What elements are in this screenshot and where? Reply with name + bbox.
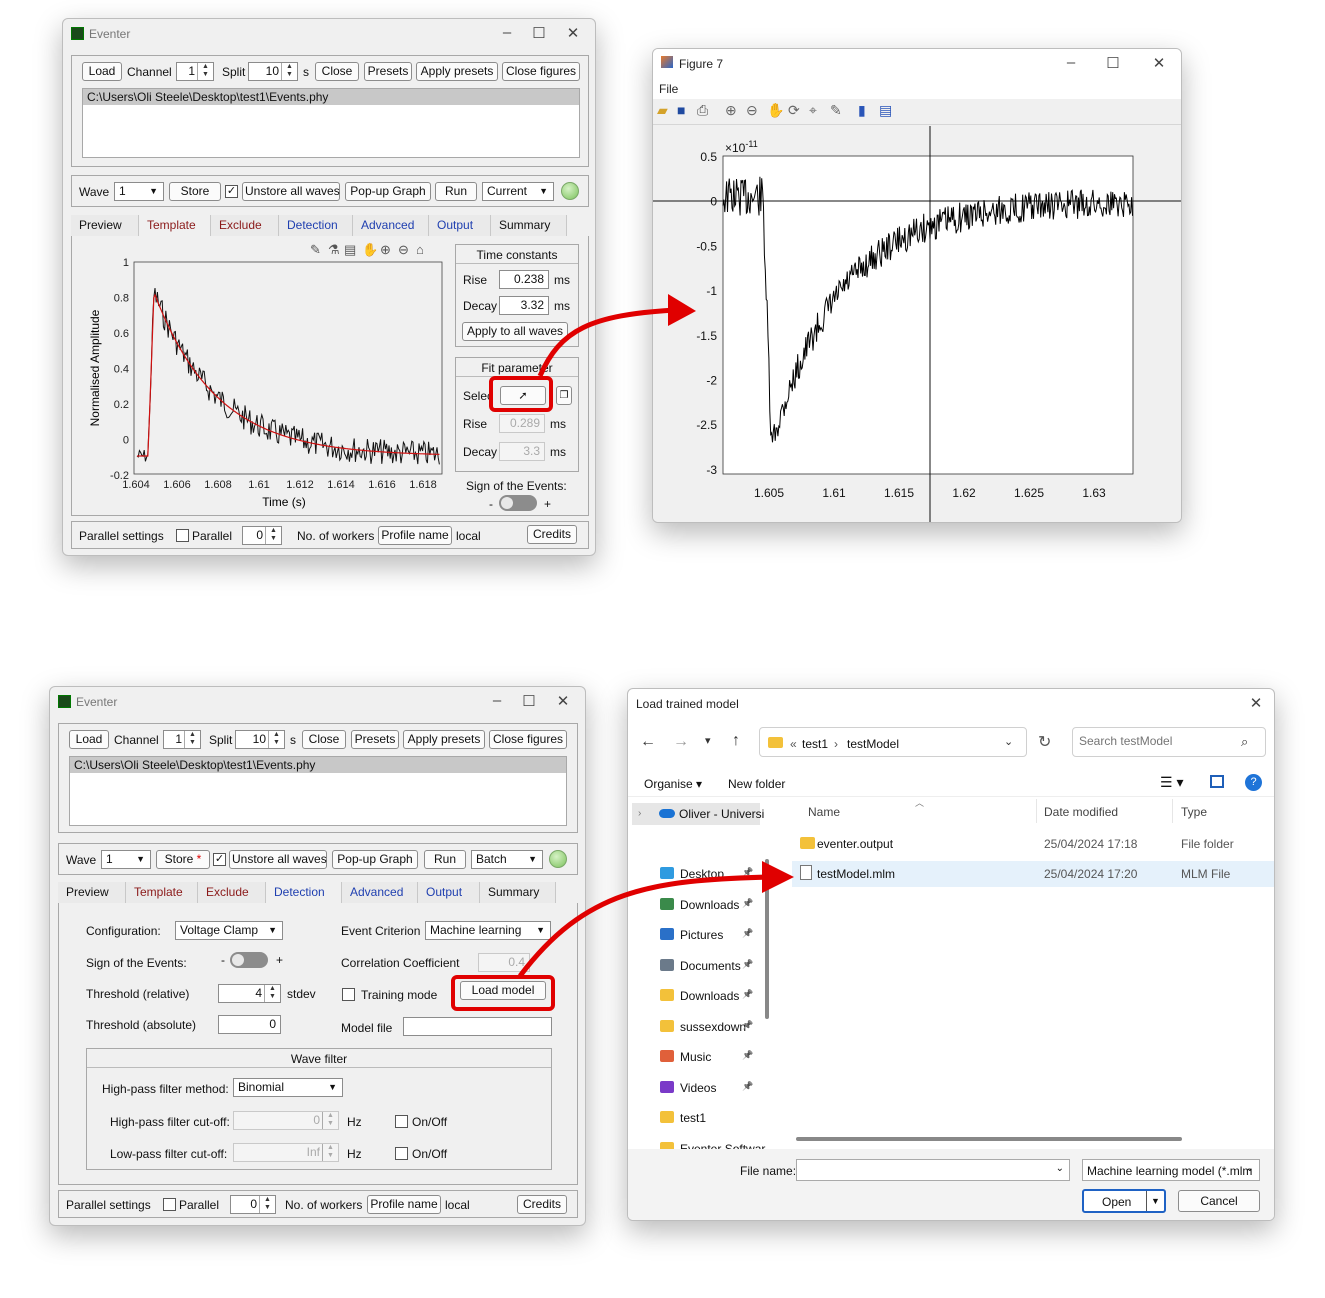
arrow-to-figure [537, 307, 676, 377]
arrow-head-figure [668, 294, 696, 326]
annotation-arrows [518, 294, 794, 978]
arrow-to-dialog [518, 874, 771, 978]
arrow-head-dialog [762, 861, 794, 893]
